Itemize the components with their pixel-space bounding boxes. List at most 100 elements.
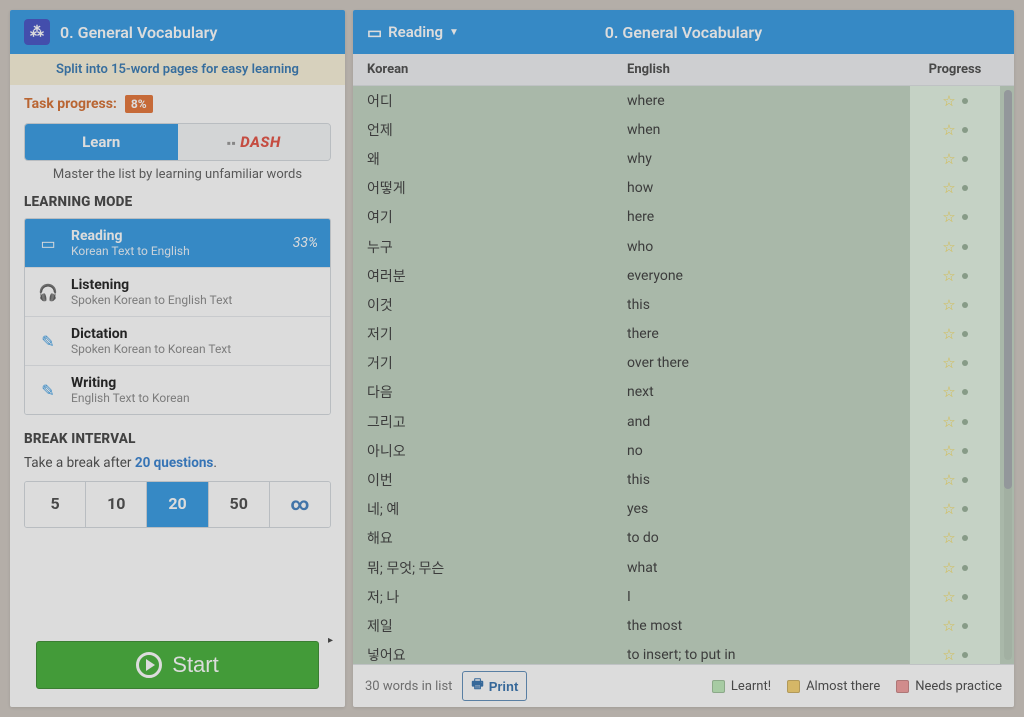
- cell-korean: 언제: [367, 120, 627, 140]
- cell-progress: ☆: [910, 378, 1000, 407]
- star-icon[interactable]: ☆: [942, 646, 955, 664]
- col-korean[interactable]: Korean: [367, 62, 627, 77]
- star-icon[interactable]: ☆: [942, 529, 955, 547]
- mode-dropdown[interactable]: ▭ Reading ▼: [367, 23, 459, 42]
- learn-tab[interactable]: Learn: [25, 124, 178, 160]
- split-banner[interactable]: Split into 15-word pages for easy learni…: [10, 54, 345, 85]
- cell-english: and: [627, 414, 910, 430]
- cell-korean: 왜: [367, 149, 627, 169]
- table-row[interactable]: 저; 나I☆: [353, 582, 1014, 611]
- star-icon[interactable]: ☆: [942, 208, 955, 226]
- table-row[interactable]: 여기here☆: [353, 203, 1014, 232]
- mode-listening[interactable]: 🎧ListeningSpoken Korean to English Text: [25, 267, 330, 316]
- cell-korean: 어디: [367, 91, 627, 111]
- table-row[interactable]: 다음next☆: [353, 378, 1014, 407]
- cell-english: this: [627, 297, 910, 313]
- star-icon[interactable]: ☆: [942, 413, 955, 431]
- table-row[interactable]: 네; 예yes☆: [353, 495, 1014, 524]
- mode-desc: English Text to Korean: [71, 391, 318, 405]
- cell-english: where: [627, 93, 910, 109]
- table-row[interactable]: 어디where ☆: [353, 86, 1014, 115]
- table-row[interactable]: 넣어요to insert; to put in☆: [353, 641, 1014, 664]
- star-icon[interactable]: ☆: [942, 121, 955, 139]
- table-header: Korean English Progress: [353, 54, 1014, 86]
- table-body: 어디where☆언제when☆왜why☆어떻게how☆여기here☆누구who☆…: [353, 86, 1014, 664]
- headphones-icon: 🎧: [37, 283, 59, 302]
- legend-learnt: Learnt!: [712, 679, 771, 694]
- table-row[interactable]: 왜why ☆: [353, 144, 1014, 173]
- scrollbar[interactable]: [1004, 90, 1012, 660]
- print-button[interactable]: 🖶 Print: [462, 671, 527, 701]
- table-row[interactable]: 이것this☆: [353, 290, 1014, 319]
- star-icon[interactable]: ☆: [942, 559, 955, 577]
- mode-desc: Korean Text to English: [71, 244, 281, 258]
- cell-english: who: [627, 239, 910, 255]
- cell-progress: ☆: [910, 495, 1000, 524]
- expand-icon[interactable]: ▸: [328, 635, 333, 646]
- cell-english: why: [627, 151, 910, 167]
- break-option-∞[interactable]: ∞: [269, 482, 330, 527]
- table-row[interactable]: 그리고and☆: [353, 407, 1014, 436]
- star-icon[interactable]: ☆: [942, 92, 955, 110]
- progress-dot: [962, 273, 968, 279]
- star-icon[interactable]: ☆: [942, 354, 955, 372]
- cell-english: how: [627, 180, 910, 196]
- cell-english: no: [627, 443, 910, 459]
- right-header: ▭ Reading ▼ 0. General Vocabulary: [353, 10, 1014, 54]
- dash-tab[interactable]: ▪▪DASH: [178, 124, 331, 160]
- mode-reading[interactable]: ▭ReadingKorean Text to English33%: [25, 219, 330, 267]
- star-icon[interactable]: ☆: [942, 383, 955, 401]
- table-row[interactable]: 거기over there☆: [353, 349, 1014, 378]
- break-option-20[interactable]: 20: [146, 482, 207, 527]
- table-row[interactable]: 제일the most☆: [353, 611, 1014, 640]
- break-option-50[interactable]: 50: [208, 482, 269, 527]
- learn-subtitle: Master the list by learning unfamiliar w…: [10, 161, 345, 194]
- table-row[interactable]: 해요to do☆: [353, 524, 1014, 553]
- mode-dictation[interactable]: ✎DictationSpoken Korean to Korean Text: [25, 316, 330, 365]
- cell-english: what: [627, 560, 910, 576]
- cell-english: yes: [627, 501, 910, 517]
- mode-writing[interactable]: ✎WritingEnglish Text to Korean: [25, 365, 330, 414]
- table-row[interactable]: 언제when ☆: [353, 115, 1014, 144]
- star-icon[interactable]: ☆: [942, 588, 955, 606]
- break-interval-text: Take a break after 20 questions.: [10, 455, 345, 481]
- break-option-10[interactable]: 10: [85, 482, 146, 527]
- cell-english: I: [627, 589, 910, 605]
- col-english[interactable]: English: [627, 62, 910, 77]
- table-row[interactable]: 여러분everyone☆: [353, 261, 1014, 290]
- progress-dot: [962, 214, 968, 220]
- scrollbar-thumb[interactable]: [1004, 90, 1012, 489]
- cell-english: to insert; to put in: [627, 647, 910, 663]
- star-icon[interactable]: ☆: [942, 150, 955, 168]
- cell-korean: 여기: [367, 207, 627, 227]
- table-row[interactable]: 뭐; 무엇; 무슨what☆: [353, 553, 1014, 582]
- star-icon[interactable]: ☆: [942, 442, 955, 460]
- star-icon[interactable]: ☆: [942, 500, 955, 518]
- book-icon: ▭: [367, 23, 382, 42]
- mode-name: Writing: [71, 375, 318, 391]
- table-row[interactable]: 아니오no☆: [353, 436, 1014, 465]
- mode-pct: 33%: [293, 235, 318, 251]
- progress-dot: [962, 448, 968, 454]
- table-row[interactable]: 이번this☆: [353, 465, 1014, 494]
- task-progress-value: 8%: [125, 95, 153, 113]
- star-icon[interactable]: ☆: [942, 325, 955, 343]
- progress-dot: [962, 652, 968, 658]
- break-option-5[interactable]: 5: [25, 482, 85, 527]
- table-row[interactable]: 어떻게how☆: [353, 174, 1014, 203]
- table-row[interactable]: 저기there☆: [353, 320, 1014, 349]
- star-icon[interactable]: ☆: [942, 471, 955, 489]
- progress-dot: [962, 594, 968, 600]
- star-icon[interactable]: ☆: [942, 179, 955, 197]
- star-icon[interactable]: ☆: [942, 296, 955, 314]
- progress-dot: [962, 127, 968, 133]
- start-button[interactable]: Start: [36, 641, 319, 689]
- star-icon[interactable]: ☆: [942, 267, 955, 285]
- col-progress[interactable]: Progress: [910, 62, 1000, 77]
- progress-dot: [962, 360, 968, 366]
- star-icon[interactable]: ☆: [942, 617, 955, 635]
- cell-english: when: [627, 122, 910, 138]
- star-icon[interactable]: ☆: [942, 238, 955, 256]
- legend-almost: Almost there: [787, 679, 880, 694]
- table-row[interactable]: 누구who☆: [353, 232, 1014, 261]
